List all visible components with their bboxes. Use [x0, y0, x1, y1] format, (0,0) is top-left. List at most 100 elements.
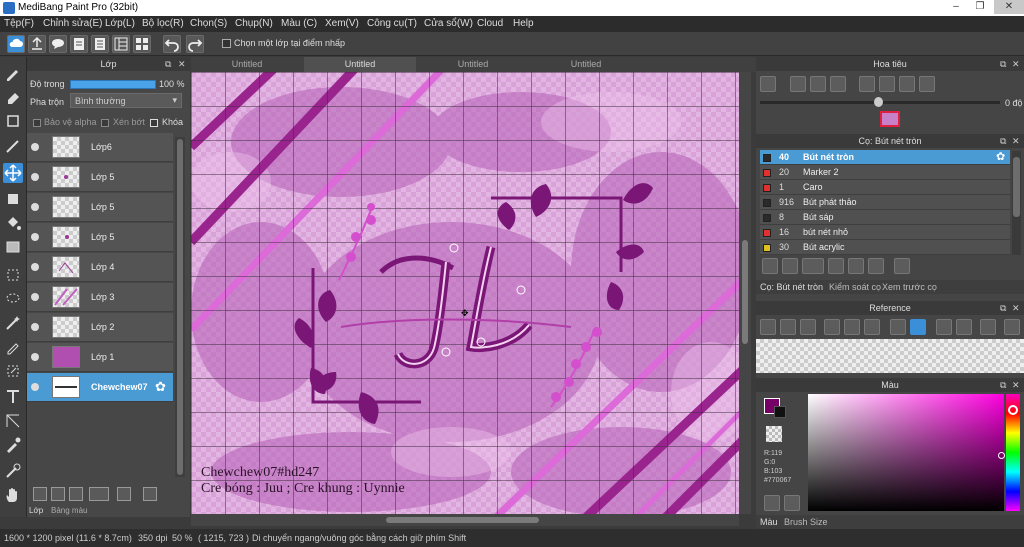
menu-select[interactable]: Chọn(S) — [190, 18, 227, 29]
flip-horizontal-icon[interactable] — [980, 319, 996, 335]
eraser-tool-icon[interactable] — [3, 87, 23, 107]
minimize-button[interactable]: – — [944, 0, 968, 14]
tab-palette[interactable]: Bảng màu — [51, 506, 87, 515]
tab-layers[interactable]: Lớp — [29, 506, 43, 515]
brush-tool-icon[interactable] — [3, 63, 23, 83]
brush-item[interactable]: 916 Bút phát thảo — [760, 195, 1010, 210]
cloud-reference-icon[interactable] — [760, 319, 776, 335]
visibility-eye-icon[interactable] — [31, 293, 39, 301]
brush-item[interactable]: 8 Bút sáp — [760, 210, 1010, 225]
blend-mode-select[interactable]: Bình thường ▾ — [70, 93, 182, 108]
brush-scrollbar-thumb[interactable] — [1013, 157, 1020, 217]
duplicate-layer-icon[interactable] — [143, 487, 157, 501]
text-tool-icon[interactable] — [3, 387, 23, 407]
grid-icon[interactable] — [133, 35, 151, 53]
bucket-tool-icon[interactable] — [3, 213, 23, 233]
menu-capture[interactable]: Chụp(N) — [235, 18, 273, 29]
lasso-tool-icon[interactable] — [3, 289, 23, 309]
layer-scrollbar-thumb[interactable] — [177, 139, 183, 475]
duplicate-brush-icon[interactable] — [868, 258, 884, 274]
eyedropper-icon[interactable] — [890, 319, 906, 335]
layer-row[interactable]: Lớp 1 — [27, 343, 173, 372]
float-panel-icon[interactable]: ⧉ — [1000, 57, 1006, 71]
open-reference-icon[interactable] — [780, 319, 796, 335]
brush-item[interactable]: 1 Caro — [760, 180, 1010, 195]
close-panel-icon[interactable]: ✕ — [178, 57, 186, 71]
select-eraser-tool-icon[interactable] — [3, 361, 23, 381]
gear-icon[interactable]: ✿ — [996, 150, 1005, 163]
new-folder-icon[interactable] — [117, 487, 131, 501]
zoom-out-icon[interactable] — [864, 319, 880, 335]
reset-rotation-icon[interactable] — [899, 76, 915, 92]
new-halftone-layer-icon[interactable] — [51, 487, 65, 501]
zoom-out-icon[interactable] — [830, 76, 846, 92]
page-list-icon[interactable] — [91, 35, 109, 53]
select-pen-tool-icon[interactable] — [3, 337, 23, 357]
close-panel-icon[interactable]: ✕ — [1012, 57, 1020, 71]
brush-folder-icon[interactable] — [848, 258, 864, 274]
undo-icon[interactable] — [163, 35, 181, 53]
menu-help[interactable]: Help — [513, 18, 534, 29]
fit-window-icon[interactable] — [810, 76, 826, 92]
layer-row[interactable]: Lớp 5 — [27, 163, 173, 192]
visibility-eye-icon[interactable] — [31, 173, 39, 181]
zoom-actual-icon[interactable] — [859, 76, 875, 92]
zoom-in-icon[interactable] — [760, 76, 776, 92]
visibility-eye-icon[interactable] — [31, 263, 39, 271]
new-layer-icon[interactable] — [33, 487, 47, 501]
menu-color[interactable]: Màu (C) — [281, 18, 317, 29]
eyedropper-tool-icon[interactable] — [3, 435, 23, 455]
float-panel-icon[interactable]: ⧉ — [1000, 378, 1006, 392]
redo-icon[interactable] — [186, 35, 204, 53]
brush-scrollbar[interactable] — [1012, 151, 1021, 255]
select-tool-icon[interactable] — [3, 265, 23, 285]
hand-icon[interactable] — [910, 319, 926, 335]
transparent-color-swatch[interactable] — [766, 426, 782, 442]
layer-row[interactable]: Lớp 3 — [27, 283, 173, 312]
document-icon[interactable] — [70, 35, 88, 53]
palette-icon[interactable] — [764, 495, 780, 511]
close-reference-icon[interactable] — [800, 319, 816, 335]
blur-tool-icon[interactable] — [3, 137, 23, 157]
secondary-color-swatch[interactable] — [774, 406, 786, 418]
layer-row[interactable]: Lớp 5 — [27, 193, 173, 222]
canvas-vertical-scrollbar[interactable] — [739, 72, 751, 514]
reference-canvas[interactable] — [756, 339, 1024, 373]
menu-view[interactable]: Xem(V) — [325, 18, 359, 29]
close-panel-icon[interactable]: ✕ — [1012, 301, 1020, 315]
add-brush-icon[interactable] — [762, 258, 778, 274]
visibility-eye-icon[interactable] — [31, 323, 39, 331]
vertical-scroll-thumb[interactable] — [742, 240, 748, 344]
layer-scrollbar[interactable] — [175, 137, 185, 477]
menu-cloud[interactable]: Cloud — [477, 18, 503, 29]
brush-item[interactable]: 40 Bút nét tròn ✿ — [760, 150, 1010, 165]
visibility-eye-icon[interactable] — [31, 383, 39, 391]
menu-layer[interactable]: Lớp(L) — [105, 18, 135, 29]
close-button[interactable]: ✕ — [994, 0, 1024, 14]
layer-row[interactable]: Lớp 2 — [27, 313, 173, 342]
gradient-tool-icon[interactable] — [3, 237, 23, 257]
fit-screen-icon[interactable] — [936, 319, 952, 335]
fit-screen-icon[interactable] — [879, 76, 895, 92]
navigator-preview[interactable] — [880, 111, 900, 127]
visibility-eye-icon[interactable] — [31, 233, 39, 241]
horizontal-scroll-thumb[interactable] — [386, 517, 539, 523]
tab-document-3[interactable]: Untitled — [417, 57, 529, 72]
visibility-eye-icon[interactable] — [31, 143, 39, 151]
maximize-button[interactable]: ❐ — [968, 0, 992, 14]
new-brush-icon[interactable] — [782, 258, 798, 274]
visibility-eye-icon[interactable] — [31, 353, 39, 361]
menu-window[interactable]: Cửa sổ(W) — [424, 18, 473, 29]
select-layer-on-click-checkbox[interactable] — [222, 39, 231, 48]
zoom-in-icon[interactable] — [824, 319, 840, 335]
layout-icon[interactable] — [1004, 319, 1020, 335]
color-wheel-icon[interactable] — [784, 495, 800, 511]
brush-item[interactable]: 16 bút nét nhỏ — [760, 225, 1010, 240]
delete-brush-icon[interactable] — [894, 258, 910, 274]
menu-filter[interactable]: Bộ lọc(R) — [142, 18, 184, 29]
layer-row-selected[interactable]: Chewchew07 ✿ — [27, 373, 173, 402]
float-panel-icon[interactable]: ⧉ — [1000, 134, 1006, 148]
drawing-canvas[interactable]: Chewchew07#hd247 Cre bóng : Juu ; Cre kh… — [191, 72, 739, 514]
cloud-sync-icon[interactable] — [7, 35, 25, 53]
float-panel-icon[interactable]: ⧉ — [1000, 301, 1006, 315]
